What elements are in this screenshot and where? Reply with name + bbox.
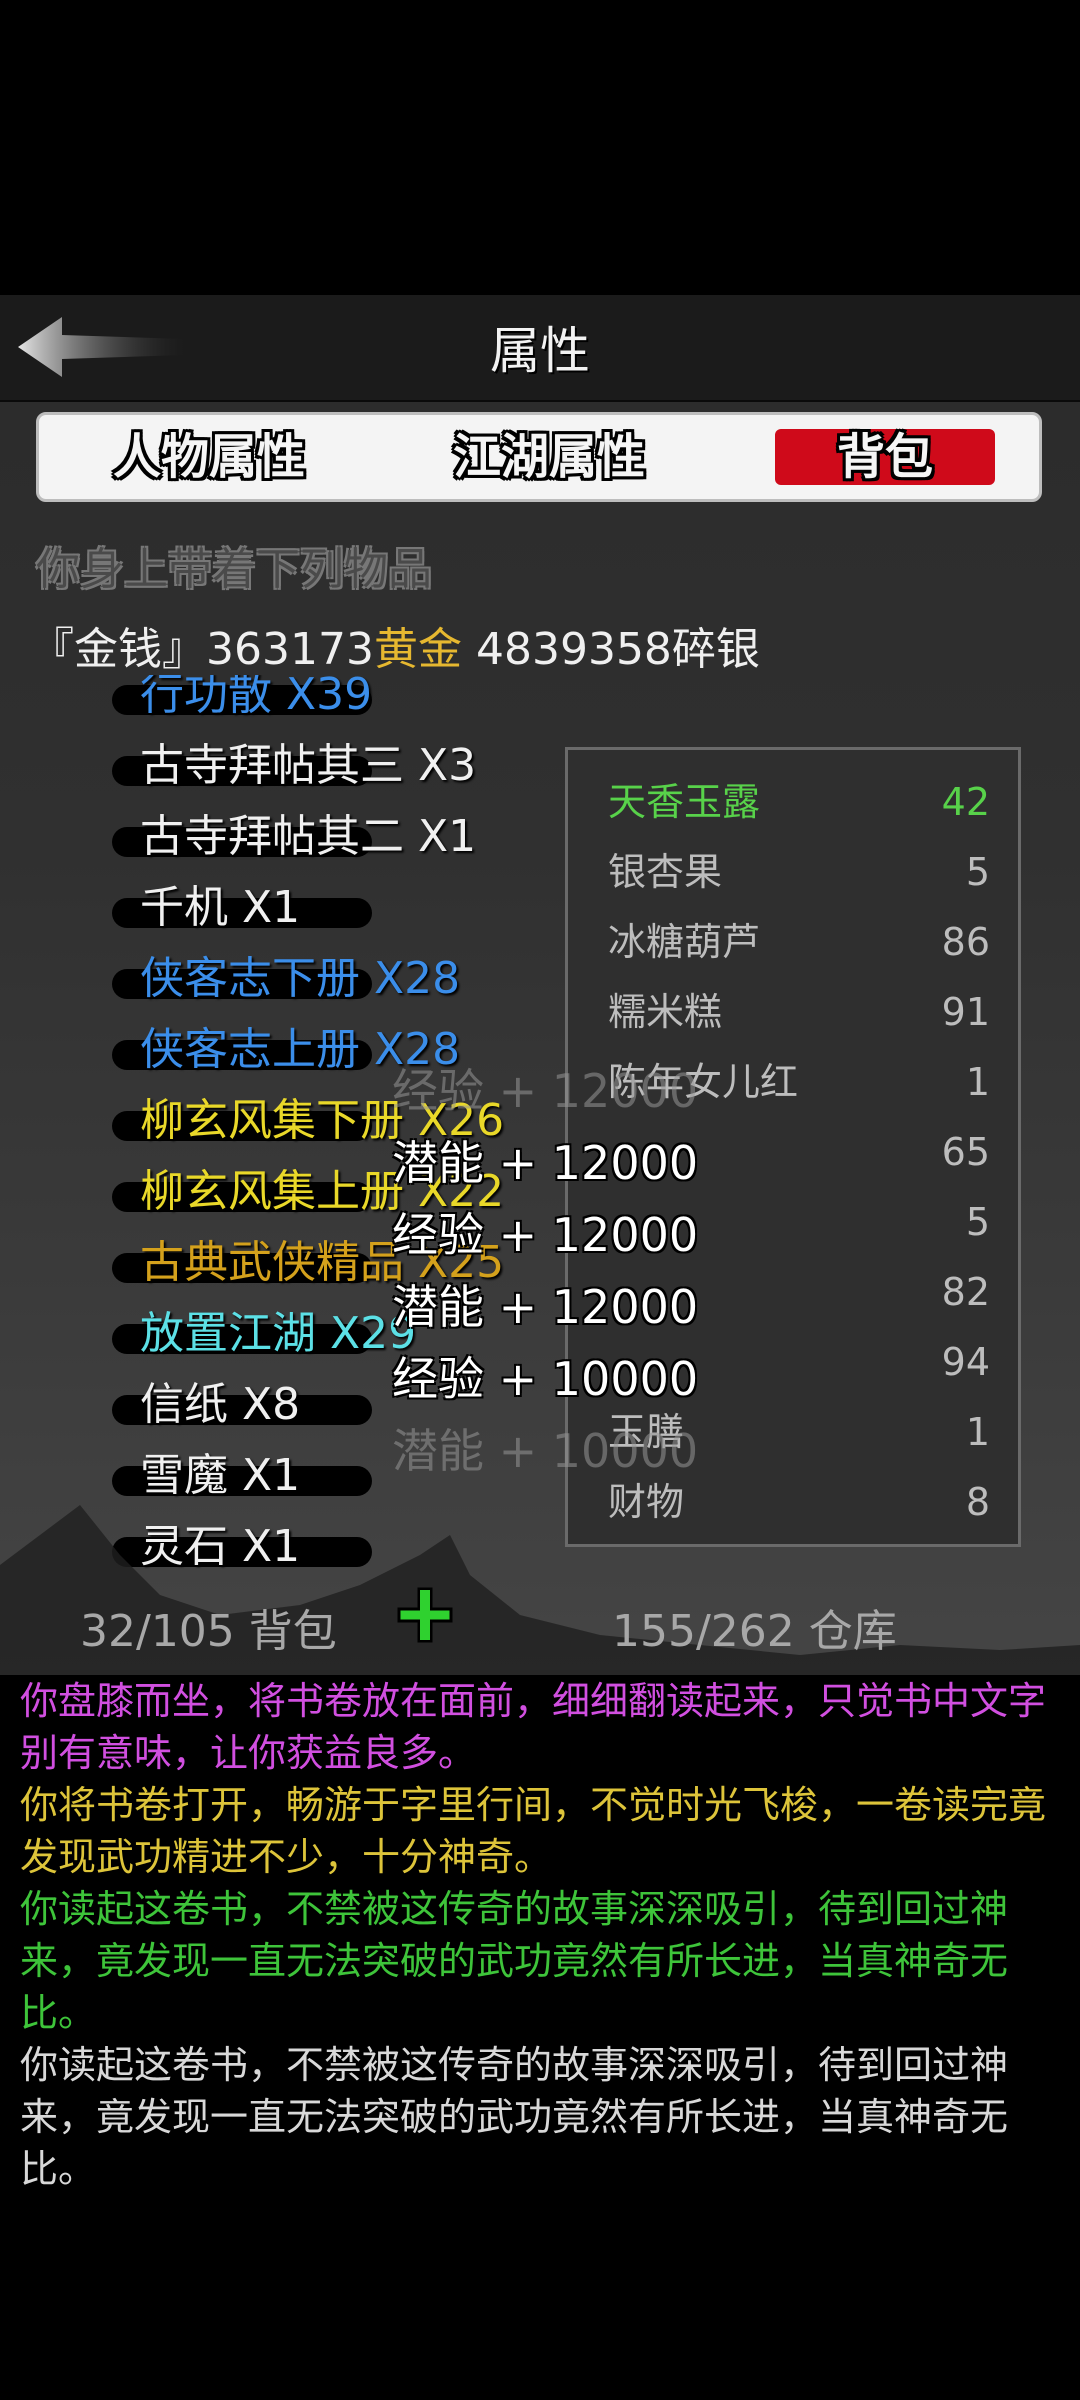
consumable-name: 天香玉露 <box>608 780 761 824</box>
consumable-qty: 5 <box>965 1200 990 1244</box>
consumable-qty: 94 <box>941 1340 990 1384</box>
money-line: 『金钱』363173黄金 4839358碎银 <box>30 613 760 677</box>
gold-unit: 黄金 <box>373 624 462 675</box>
consumable-name: 糯米糕 <box>608 990 723 1034</box>
message-log: 你盘膝而坐，将书卷放在面前，细细翻读起来，只觉书中文字别有意味，让你获益良多。你… <box>0 1675 1080 2400</box>
backpack-capacity: 32/105 背包 <box>80 1606 337 1657</box>
inventory-item[interactable]: 古寺拜帖其三 X3 <box>110 734 476 798</box>
money-label: 『金钱』 <box>30 624 206 675</box>
consumable-qty: 1 <box>965 1060 990 1104</box>
item-label: 古寺拜帖其三 X3 <box>140 740 477 791</box>
tab-character-attributes[interactable]: 人物属性 <box>89 425 329 489</box>
consumable-qty: 65 <box>941 1130 990 1174</box>
consumable-qty: 86 <box>941 920 990 964</box>
consumable-qty: 5 <box>965 850 990 894</box>
item-label: 放置江湖 X29 <box>140 1308 417 1359</box>
tab-backpack[interactable]: 背包 <box>775 429 995 485</box>
consumable-row[interactable]: 糯米糕 91 <box>608 984 990 1040</box>
item-label: 行功散 X39 <box>140 675 373 720</box>
item-label: 千机 X1 <box>140 882 301 933</box>
inventory-item[interactable]: 侠客志下册 X28 <box>110 947 460 1011</box>
reward-float-text: 潜能 + 12000 <box>392 1280 699 1334</box>
log-message: 你将书卷打开，畅游于字里行间，不觉时光飞梭，一卷读完竟发现武功精进不少，十分神奇… <box>20 1783 1047 1879</box>
reward-float-text: 经验 + 12000 <box>392 1064 699 1118</box>
inventory-item[interactable]: 放置江湖 X29 <box>110 1302 416 1366</box>
consumable-qty: 82 <box>941 1270 990 1314</box>
warehouse-capacity: 155/262 仓库 <box>612 1606 897 1657</box>
section-subtitle: 你身上带着下列物品 <box>36 544 432 595</box>
consumable-qty: 91 <box>941 990 990 1034</box>
item-label: 古寺拜帖其二 X1 <box>140 811 477 862</box>
item-label: 侠客志下册 X28 <box>140 953 461 1004</box>
log-message: 你盘膝而坐，将书卷放在面前，细细翻读起来，只觉书中文字别有意味，让你获益良多。 <box>20 1679 1047 1775</box>
consumable-row[interactable]: 银杏果 5 <box>608 844 990 900</box>
consumable-name: 冰糖葫芦 <box>608 920 761 964</box>
inventory-item[interactable]: 行功散 X39 <box>110 675 372 727</box>
silver-value: 4839358碎银 <box>475 624 760 675</box>
log-message: 你读起这卷书，不禁被这传奇的故事深深吸引，待到回过神来，竟发现一直无法突破的武功… <box>20 2043 1009 2191</box>
gold-value: 363173 <box>206 624 374 675</box>
header-bar: 属性 <box>0 295 1080 402</box>
tab-jianghu-attributes[interactable]: 江湖属性 <box>429 425 669 489</box>
log-message: 你读起这卷书，不禁被这传奇的故事深深吸引，待到回过神来，竟发现一直无法突破的武功… <box>20 1887 1009 2035</box>
page-title: 属性 <box>490 322 590 380</box>
reward-float-text: 经验 + 12000 <box>392 1208 699 1262</box>
consumable-name: 银杏果 <box>608 850 723 894</box>
consumable-qty: 42 <box>941 780 990 824</box>
consumable-row[interactable]: 冰糖葫芦 86 <box>608 914 990 970</box>
reward-float-text: 经验 + 10000 <box>392 1352 699 1406</box>
inventory-item[interactable]: 千机 X1 <box>110 876 372 940</box>
add-capacity-plus-icon[interactable] <box>395 1585 455 1645</box>
consumable-row[interactable]: 天香玉露 42 <box>608 774 990 830</box>
game-panel: 属性 人物属性 江湖属性 背包 你身上带着下列物品 『金钱』363173黄金 4… <box>0 295 1080 1675</box>
tab-bar: 人物属性 江湖属性 背包 <box>36 412 1042 502</box>
reward-float-text: 潜能 + 12000 <box>392 1136 699 1190</box>
inventory-item[interactable]: 古寺拜帖其二 X1 <box>110 805 476 869</box>
status-bar-area <box>0 0 1080 295</box>
